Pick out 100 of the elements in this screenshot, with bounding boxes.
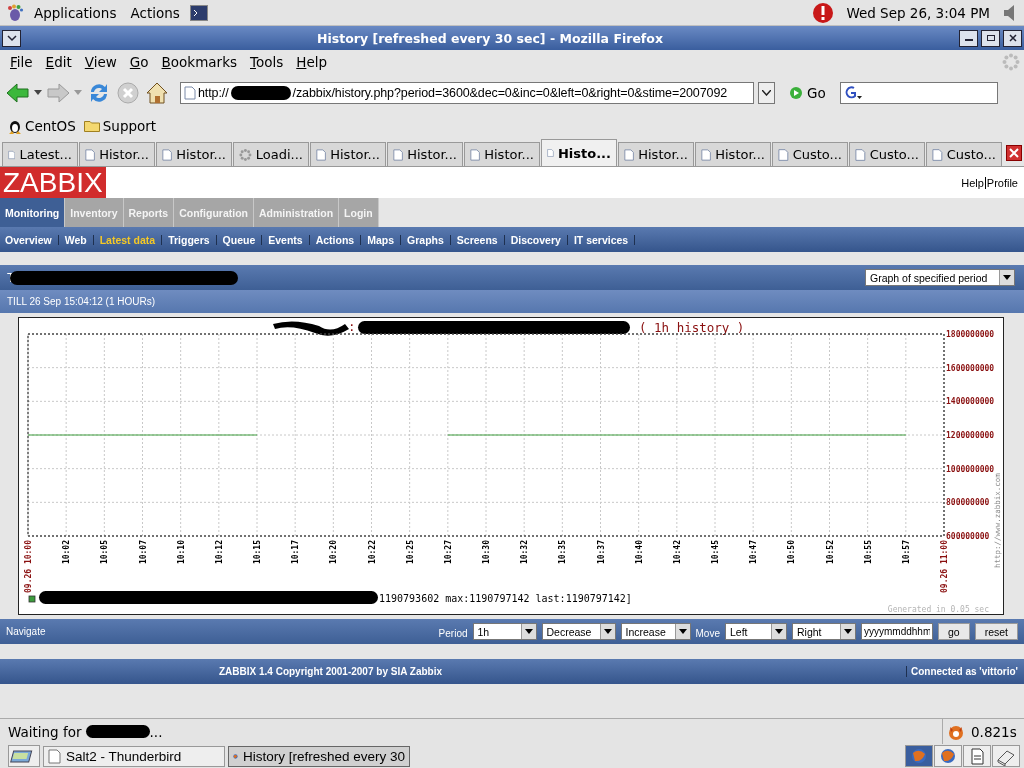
y-tick-label: 1800000000 xyxy=(946,330,995,339)
go-button[interactable]: go xyxy=(937,623,970,640)
go-button[interactable]: Go xyxy=(807,85,826,101)
browser-tab[interactable]: Histo... xyxy=(541,139,617,166)
browser-tab[interactable]: Histor... xyxy=(310,142,386,166)
close-icon xyxy=(1009,148,1019,158)
caret-icon xyxy=(678,628,687,635)
x-tick-label: 10:27 xyxy=(443,540,453,565)
x-tick-label: 10:12 xyxy=(214,540,224,565)
browser-tab[interactable]: Histor... xyxy=(387,142,463,166)
x-tick-label: 10:30 xyxy=(482,540,491,565)
x-tick-label: 10:25 xyxy=(405,540,415,565)
caret-icon xyxy=(843,628,852,635)
x-tick-label: 09.26 10:00 xyxy=(24,540,33,593)
increase-select[interactable]: Increase xyxy=(620,623,691,640)
taskbar-window-button[interactable]: Salt2 - Thunderbird xyxy=(43,745,225,767)
x-tick-label: 10:57 xyxy=(901,540,911,565)
y-tick-label: 1600000000 xyxy=(946,363,995,373)
chart-separator: : xyxy=(348,319,356,334)
period-select[interactable]: 1h xyxy=(472,623,537,640)
submenu-link[interactable]: Discovery xyxy=(510,233,561,246)
submenu-link[interactable]: Queue xyxy=(222,233,256,246)
alert-icon[interactable] xyxy=(812,1,835,24)
caret-icon[interactable] xyxy=(34,90,42,96)
x-tick-label: 10:07 xyxy=(138,540,148,565)
globe-icon[interactable] xyxy=(934,745,962,767)
submenu-link[interactable]: Maps xyxy=(367,233,395,246)
panel-menu[interactable]: Actions xyxy=(126,4,184,21)
panel-menu[interactable]: Applications xyxy=(30,4,121,21)
menu-item[interactable]: File xyxy=(8,54,39,70)
page-icon xyxy=(184,86,196,100)
submenu-link[interactable]: Screens xyxy=(456,233,498,246)
submenu-link[interactable]: IT services xyxy=(573,233,629,246)
url-text: http:// xyxy=(198,86,229,100)
x-tick-label: 10:47 xyxy=(749,540,759,565)
browser-tab[interactable]: Histor... xyxy=(695,142,771,166)
browser-tab[interactable]: Histor... xyxy=(464,142,540,166)
browser-tab[interactable]: Histor... xyxy=(618,142,694,166)
submenu-link[interactable]: Triggers xyxy=(168,233,210,246)
y-tick-label: 1200000000 xyxy=(946,431,995,440)
close-tab-button[interactable] xyxy=(1006,145,1022,161)
menu-item[interactable]: Edit xyxy=(43,54,78,70)
menu-item[interactable]: Bookmarks xyxy=(159,54,243,70)
submenu-link[interactable]: Overview xyxy=(5,233,52,246)
main-menu-tab[interactable]: Monitoring xyxy=(0,198,66,227)
maximize-button[interactable] xyxy=(981,29,1000,47)
x-tick-label: 10:45 xyxy=(711,540,720,565)
back-arrow-icon[interactable] xyxy=(6,82,30,104)
browser-tab[interactable]: Latest... xyxy=(2,142,78,166)
menu-item[interactable]: Help xyxy=(294,54,334,70)
minimize-button[interactable] xyxy=(959,29,978,47)
submenu-link[interactable]: Events xyxy=(268,233,303,246)
right-select[interactable]: Right xyxy=(791,623,856,640)
close-button[interactable] xyxy=(1003,29,1022,47)
submenu-link[interactable]: Graphs xyxy=(407,233,444,246)
menu-item[interactable]: View xyxy=(82,54,123,70)
bookmark-item[interactable]: CentOS xyxy=(8,117,76,134)
submenu-link[interactable]: Actions xyxy=(315,233,355,246)
close-icon xyxy=(1007,34,1018,42)
search-field[interactable] xyxy=(839,82,998,104)
y-tick-label: 600000000 xyxy=(946,532,990,541)
graph-type-select[interactable]: Graph of specified period xyxy=(865,269,1015,286)
panel-clock[interactable]: Wed Sep 26, 3:04 PM xyxy=(840,4,996,21)
load-time: 0.821s xyxy=(971,723,1017,740)
x-tick-label: 10:32 xyxy=(520,540,530,565)
reset-button[interactable]: reset xyxy=(974,623,1018,640)
x-tick-label: 10:20 xyxy=(329,540,339,565)
browser-tab[interactable]: Histor... xyxy=(156,142,232,166)
submenu-link[interactable]: Web xyxy=(64,233,87,246)
menu-item[interactable]: Tools xyxy=(248,54,290,70)
date-field[interactable]: yyyymmddhhm xyxy=(860,623,933,640)
browser-tab[interactable]: Custo... xyxy=(772,142,848,166)
terminal-icon[interactable] xyxy=(189,4,208,21)
foot-icon[interactable] xyxy=(6,3,24,22)
bookmark-item[interactable]: Support xyxy=(83,117,157,134)
browser-tab[interactable]: Loadi... xyxy=(233,142,309,166)
show-desktop-icon[interactable] xyxy=(8,745,40,767)
left-select[interactable]: Left xyxy=(724,623,787,640)
navigate-label: Navigate xyxy=(6,626,46,637)
redaction-mark xyxy=(230,86,291,100)
address-field[interactable]: http:// /zabbix/history.php?period=3600&dec=0&inc=0&left=0&right=0&stime=2007092 xyxy=(180,82,754,104)
caret-icon xyxy=(1003,274,1011,281)
menu-item[interactable]: Go xyxy=(127,54,155,70)
home-icon[interactable] xyxy=(144,80,170,106)
x-tick-label: 10:10 xyxy=(176,540,186,565)
submenu-link[interactable]: Latest data xyxy=(99,233,156,246)
browser-tab[interactable]: Custo... xyxy=(926,142,1002,166)
help-link[interactable]: Help xyxy=(961,176,984,189)
document-icon[interactable] xyxy=(963,745,991,767)
history-dropdown-button[interactable] xyxy=(758,82,775,104)
browser-tab[interactable]: Custo... xyxy=(849,142,925,166)
connected-text: Connected as 'vittorio' xyxy=(906,666,1018,677)
browser-tab[interactable]: Histor... xyxy=(79,142,155,166)
decrease-select[interactable]: Decrease xyxy=(541,623,616,640)
book-icon[interactable] xyxy=(992,745,1020,767)
profile-link[interactable]: Profile xyxy=(986,176,1018,189)
taskbar-window-button[interactable]: History [refreshed every 30 xyxy=(228,745,410,767)
go-icon[interactable] xyxy=(789,86,803,100)
zabbix-logo[interactable]: ZABBIX xyxy=(0,167,106,198)
window-menu-button[interactable] xyxy=(2,29,21,47)
